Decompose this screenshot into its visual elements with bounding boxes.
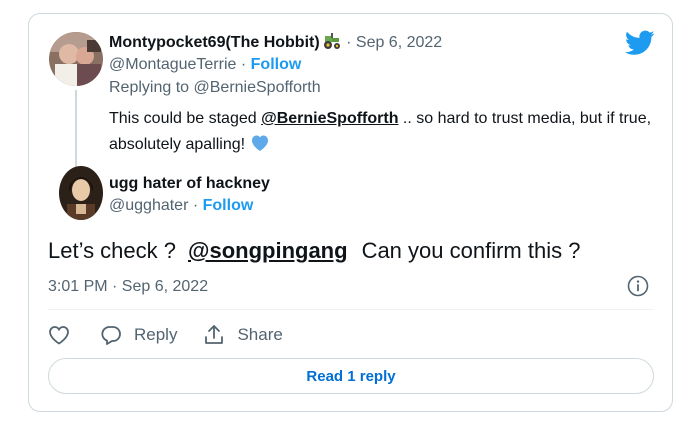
info-icon[interactable] [627,275,649,297]
avatar-image [49,32,103,86]
display-name[interactable]: ugg hater of hackney [109,173,270,195]
read-replies-button[interactable]: Read 1 reply [48,358,654,394]
mention-link[interactable]: @songpingang [188,238,348,263]
tweet-date[interactable]: Sep 6, 2022 [356,34,442,51]
twitter-bird-icon[interactable] [625,30,655,56]
like-button[interactable] [48,325,70,345]
reply-label: Reply [134,325,178,344]
handle[interactable]: @MontagueTerrie [109,56,236,73]
heart-outline-icon [49,326,69,345]
quoted-tweet-text: This could be staged @BernieSpofforth ..… [109,106,659,161]
separator: · [236,56,251,73]
share-button[interactable]: Share [203,324,283,346]
thread-line [75,90,77,170]
follow-button[interactable]: Follow [251,56,302,73]
tweet-timestamp[interactable]: 3:01 PM · Sep 6, 2022 [48,276,208,298]
action-bar: Reply Share [48,321,283,349]
main-handle-line: @ugghater · Follow [109,195,253,217]
mention-link[interactable]: @BernieSpofforth [261,110,398,127]
blue-heart-icon [250,134,270,161]
share-upload-icon [205,325,224,344]
reply-button[interactable]: Reply [100,325,177,345]
handle[interactable]: @ugghater [109,197,188,214]
quoted-handle-line: @MontagueTerrie · Follow [109,54,301,76]
replying-label: Replying to [109,79,194,96]
replying-to: Replying to @BernieSpofforth [109,77,321,99]
text-segment: Let’s check ? [48,238,177,263]
reply-bubble-icon [101,326,121,345]
share-label: Share [237,325,283,344]
avatar[interactable] [59,166,103,220]
divider [48,309,654,310]
display-name[interactable]: Montypocket69(The Hobbit) [109,34,320,51]
text-segment: This could be staged [109,110,262,127]
replying-mention[interactable]: @BernieSpofforth [194,79,321,96]
text-segment: Can you confirm this ? [361,238,581,263]
follow-button[interactable]: Follow [203,197,254,214]
main-tweet-text: Let’s check ? @songpingang Can you confirm… [48,236,580,266]
avatar-image [59,166,103,220]
separator: · [341,34,356,51]
tweet-embed-card: Montypocket69(The Hobbit) · Sep 6, 2022 … [28,13,673,412]
tractor-icon [322,32,342,57]
separator: · [188,197,203,214]
avatar[interactable] [49,32,103,86]
